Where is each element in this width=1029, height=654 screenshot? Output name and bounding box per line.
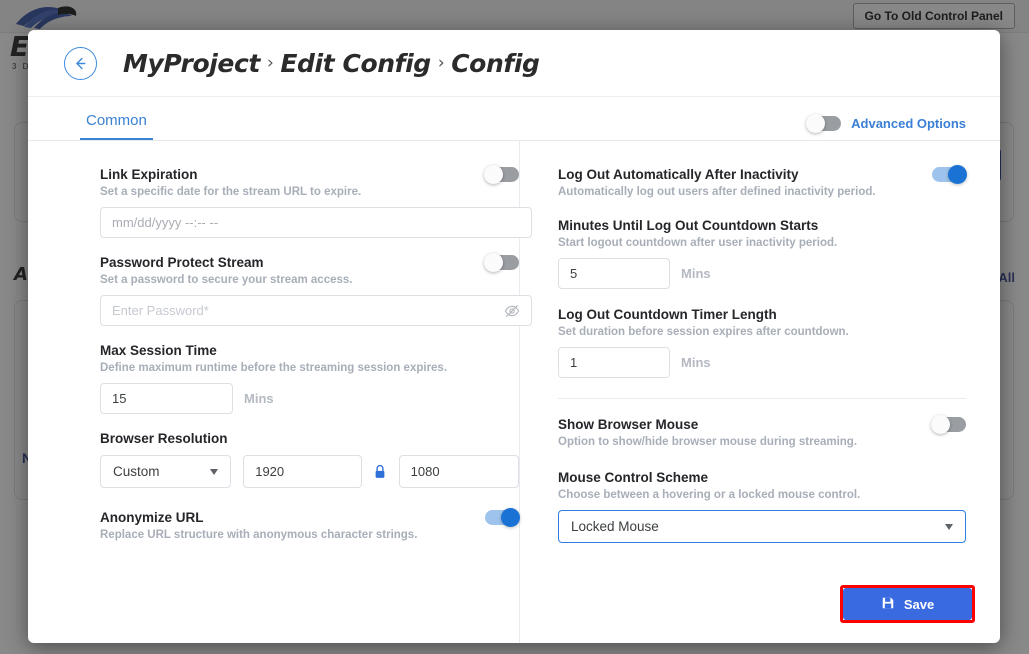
field-max-session-time: Max Session Time Define maximum runtime …: [100, 343, 519, 414]
field-description: Choose between a hovering or a locked mo…: [558, 489, 861, 501]
countdown-timer-length-input[interactable]: 1: [558, 347, 670, 378]
field-description: Set a password to secure your stream acc…: [100, 274, 353, 286]
field-title: Minutes Until Log Out Countdown Starts: [558, 218, 819, 233]
field-description: Define maximum runtime before the stream…: [100, 362, 448, 374]
save-disk-icon: [881, 596, 895, 613]
toggle-knob: [948, 165, 967, 184]
field-mouse-control-scheme: Mouse Control Scheme Choose between a ho…: [558, 470, 966, 543]
field-title: Link Expiration: [100, 167, 198, 182]
password-input-placeholder: Enter Password*: [112, 303, 209, 318]
field-browser-resolution: Browser Resolution Custom 1920 1080: [100, 431, 519, 488]
field-password-protect-stream: Password Protect Stream Set a password t…: [100, 253, 532, 326]
save-button-label: Save: [903, 596, 935, 612]
dialog-body: Link Expiration Set a specific date for …: [28, 141, 1000, 643]
toggle-knob: [484, 165, 503, 184]
advanced-options-control: Advanced Options: [806, 114, 966, 140]
section-divider: [558, 398, 966, 399]
field-description: Replace URL structure with anonymous cha…: [100, 529, 418, 541]
resolution-width-input[interactable]: 1920: [243, 455, 362, 488]
chevron-down-icon: [945, 523, 953, 530]
field-title: Max Session Time: [100, 343, 217, 358]
save-button-highlight: Save: [840, 585, 975, 623]
field-description: Option to show/hide browser mouse during…: [558, 436, 858, 448]
breadcrumb-item-project[interactable]: MyProject: [123, 49, 260, 78]
settings-column-left: Link Expiration Set a specific date for …: [28, 141, 532, 643]
eye-off-icon[interactable]: [504, 303, 520, 319]
field-title: Show Browser Mouse: [558, 417, 699, 432]
browser-resolution-row: Custom 1920 1080: [100, 455, 519, 488]
field-title: Password Protect Stream: [100, 255, 264, 270]
toggle-knob: [501, 508, 520, 527]
field-log-out-automatically: Log Out Automatically After Inactivity A…: [558, 165, 967, 198]
field-title: Mouse Control Scheme: [558, 470, 709, 485]
field-description: Set a specific date for the stream URL t…: [100, 186, 362, 198]
countdown-timer-length-unit: Mins: [681, 355, 711, 370]
link-expiration-date-input[interactable]: mm/dd/yyyy --:-- --: [100, 207, 532, 238]
resolution-height-input[interactable]: 1080: [398, 455, 519, 488]
breadcrumb-separator-1: ›: [266, 53, 274, 73]
edit-config-dialog: MyProject › Edit Config › Config Common …: [28, 30, 1000, 643]
field-description: Start logout countdown after user inacti…: [558, 237, 838, 249]
arrow-left-icon: [76, 57, 86, 69]
field-show-browser-mouse: Show Browser Mouse Option to show/hide b…: [558, 415, 966, 448]
breadcrumb-item-config: Config: [451, 48, 540, 78]
password-protect-toggle[interactable]: [484, 253, 519, 272]
lock-closed-icon[interactable]: [373, 464, 387, 480]
link-expiration-toggle[interactable]: [484, 165, 519, 184]
field-minutes-until-countdown: Minutes Until Log Out Countdown Starts S…: [558, 218, 966, 289]
show-browser-mouse-toggle[interactable]: [931, 415, 966, 434]
advanced-options-toggle[interactable]: [806, 114, 842, 133]
dialog-tabbar: Common Advanced Options: [28, 97, 1000, 141]
advanced-options-label[interactable]: Advanced Options: [851, 116, 966, 131]
breadcrumb-item-edit-config[interactable]: Edit Config: [280, 49, 431, 78]
chevron-down-icon: [210, 468, 219, 475]
mouse-control-scheme-select[interactable]: Locked Mouse: [558, 510, 966, 543]
resolution-preset-value: Custom: [113, 464, 160, 479]
save-button[interactable]: Save: [843, 588, 972, 620]
breadcrumb: MyProject › Edit Config › Config: [123, 48, 540, 78]
minutes-until-countdown-unit: Mins: [681, 266, 711, 281]
field-description: Set duration before session expires afte…: [558, 326, 849, 338]
field-title: Anonymize URL: [100, 510, 204, 525]
log-out-automatically-toggle[interactable]: [932, 165, 967, 184]
breadcrumb-separator-2: ›: [437, 53, 445, 73]
field-title: Log Out Automatically After Inactivity: [558, 167, 799, 182]
toggle-knob: [806, 114, 826, 133]
field-anonymize-url: Anonymize URL Replace URL structure with…: [100, 508, 520, 541]
resolution-preset-select[interactable]: Custom: [100, 455, 232, 488]
field-countdown-timer-length: Log Out Countdown Timer Length Set durat…: [558, 307, 966, 378]
field-description: Automatically log out users after define…: [558, 186, 876, 198]
field-title: Log Out Countdown Timer Length: [558, 307, 777, 322]
minutes-until-countdown-input[interactable]: 5: [558, 258, 670, 289]
mouse-control-scheme-value: Locked Mouse: [571, 519, 659, 534]
dialog-header: MyProject › Edit Config › Config: [28, 30, 1000, 97]
toggle-knob: [484, 253, 503, 272]
toggle-knob: [931, 415, 950, 434]
max-session-time-input[interactable]: 15: [100, 383, 233, 414]
field-link-expiration: Link Expiration Set a specific date for …: [100, 165, 532, 238]
back-button[interactable]: [64, 46, 97, 80]
password-input-wrapper[interactable]: Enter Password*: [100, 295, 532, 326]
max-session-time-unit: Mins: [244, 391, 274, 406]
anonymize-url-toggle[interactable]: [485, 508, 520, 527]
settings-column-right: Log Out Automatically After Inactivity A…: [520, 141, 1000, 643]
tab-common[interactable]: Common: [80, 112, 153, 140]
field-title: Browser Resolution: [100, 431, 228, 446]
